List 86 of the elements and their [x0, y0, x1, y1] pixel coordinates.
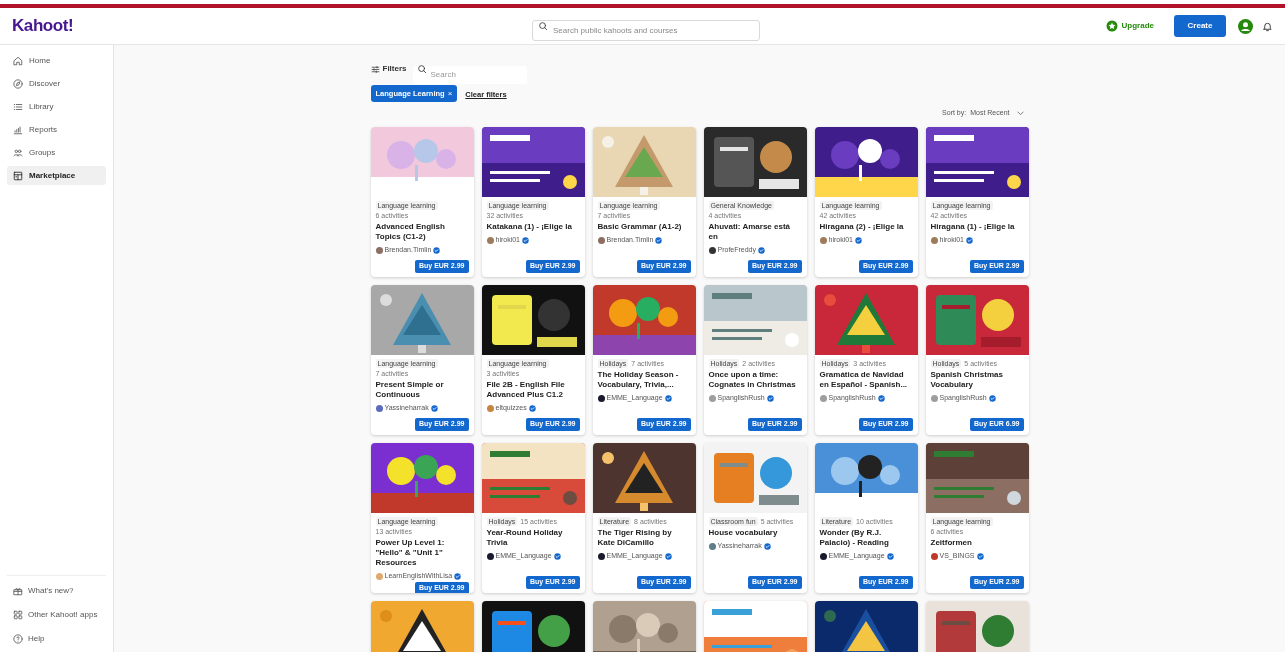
card-title[interactable]: The Holiday Season - Vocabulary, Trivia,... — [597, 370, 691, 390]
avatar-icon — [486, 552, 494, 560]
avatar-icon — [708, 542, 716, 550]
card-title[interactable]: Hiragana (2) - ¡Elige la — [819, 222, 913, 232]
card-title[interactable]: Present Simple or Continuous — [375, 380, 469, 400]
card-title[interactable]: House vocabulary — [708, 528, 802, 538]
avatar-icon — [375, 404, 383, 412]
bell-icon — [1262, 20, 1273, 32]
storefront-icon — [13, 170, 23, 181]
gift-icon — [13, 586, 23, 596]
card-title[interactable]: Basic Grammar (A1-2) — [597, 222, 691, 232]
avatar-icon — [486, 236, 494, 244]
card-title[interactable]: Year-Round Holiday Trivia — [486, 528, 580, 548]
filter-icon — [370, 64, 380, 74]
nav-item[interactable]: Other Kahoot! apps — [7, 606, 106, 624]
verified-icon — [877, 394, 885, 402]
card-title[interactable]: Gramática de Navidad en Español - Spanish... — [819, 370, 913, 390]
search-icon — [416, 64, 427, 74]
verified-icon — [966, 236, 973, 244]
card-title[interactable]: Hiragana (1) - ¡Elige la — [930, 222, 1024, 232]
verified-icon — [655, 236, 663, 244]
star-icon — [1105, 20, 1118, 32]
card-title[interactable]: Wonder (By R.J. Palacio) - Reading — [819, 528, 913, 548]
verified-icon — [433, 246, 441, 254]
search-icon — [538, 20, 548, 31]
compass-icon — [13, 78, 23, 89]
avatar-icon — [819, 552, 827, 560]
kahoot-logo[interactable]: Kahoot! — [12, 13, 532, 39]
grid-icon — [13, 610, 23, 620]
remove-icon[interactable]: × — [447, 87, 453, 100]
avatar-icon — [708, 394, 716, 402]
avatar-icon — [930, 236, 938, 244]
list-icon — [13, 101, 23, 112]
verified-icon — [664, 394, 672, 402]
avatar-icon — [597, 552, 605, 560]
verified-icon — [664, 552, 672, 560]
avatar-icon — [486, 404, 494, 412]
avatar-icon — [930, 394, 938, 402]
card-title[interactable]: File 2B - English File Advanced Plus C1.2 — [486, 380, 580, 400]
nav-item[interactable]: Groups — [7, 143, 106, 162]
avatar-icon — [819, 236, 827, 244]
verified-icon — [763, 542, 771, 550]
verified-icon — [528, 404, 536, 412]
verified-icon — [758, 246, 766, 254]
avatar-icon — [597, 236, 605, 244]
upgrade-button[interactable]: Upgrade — [1105, 20, 1154, 32]
profile-icon — [1238, 18, 1253, 34]
avatar-icon — [930, 552, 938, 560]
avatar-icon — [375, 246, 383, 254]
card-title[interactable]: Advanced English Topics (C1-2) — [375, 222, 469, 242]
nav-item[interactable]: Help — [7, 630, 106, 648]
verified-icon — [976, 552, 984, 560]
verified-icon — [766, 394, 774, 402]
verified-icon — [886, 552, 894, 560]
verified-icon — [430, 404, 438, 412]
avatar-icon — [708, 246, 716, 254]
nav-item[interactable]: Library — [7, 97, 106, 116]
verified-icon — [988, 394, 996, 402]
card-title[interactable]: Ahuvati: Amarse está en — [708, 222, 802, 242]
nav-item[interactable]: Discover — [7, 74, 106, 93]
filters-button[interactable]: Filters — [370, 63, 407, 75]
search-field[interactable]: Search public kahoots and courses — [532, 19, 760, 41]
card-title[interactable]: The Tiger Rising by Kate DiCamillo — [597, 528, 691, 548]
card-title[interactable]: Power Up Level 1: "Hello" & "Unit 1" Resources — [375, 538, 469, 568]
verified-icon — [553, 552, 561, 560]
help-icon — [13, 634, 23, 644]
home-icon — [13, 55, 23, 66]
card-title[interactable]: Spanish Christmas Vocabulary — [930, 370, 1024, 390]
verified-icon — [855, 236, 862, 244]
bar-chart-icon — [13, 124, 23, 135]
avatar-icon — [375, 572, 383, 580]
card-title[interactable]: Zeitformen — [930, 538, 1024, 548]
nav-item[interactable]: What's new? — [7, 582, 106, 600]
nav-item[interactable]: Marketplace — [7, 166, 106, 185]
nav-item[interactable]: Reports — [7, 120, 106, 139]
search-field[interactable]: Search — [412, 65, 527, 84]
nav-item[interactable]: Home — [7, 51, 106, 70]
avatar-icon — [819, 394, 827, 402]
people-icon — [13, 147, 23, 158]
verified-icon — [522, 236, 529, 244]
card-title[interactable]: Katakana (1) - ¡Elige la — [486, 222, 580, 232]
chevron-down-icon — [1015, 108, 1025, 118]
verified-icon — [454, 572, 462, 580]
create-button[interactable]: Create — [1174, 15, 1226, 37]
avatar-icon — [597, 394, 605, 402]
card-title[interactable]: Once upon a time: Cognates in Christmas — [708, 370, 802, 390]
